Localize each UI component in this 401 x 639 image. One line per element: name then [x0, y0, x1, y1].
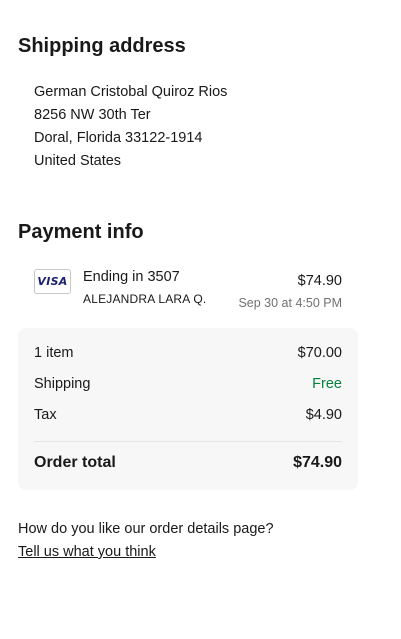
items-value: $70.00: [297, 345, 342, 361]
recipient-name: German Cristobal Quiroz Rios: [34, 84, 228, 100]
shipping-value: Free: [312, 376, 342, 392]
payment-info-title: Payment info: [18, 221, 144, 243]
payment-date: Sep 30 at 4:50 PM: [238, 296, 342, 310]
tax-label: Tax: [34, 407, 57, 423]
order-summary-panel: 1 item $70.00 Shipping Free Tax $4.90 Or…: [18, 328, 358, 490]
items-label: 1 item: [34, 345, 74, 361]
tax-value: $4.90: [305, 407, 342, 423]
summary-row-shipping: Shipping Free: [34, 374, 342, 394]
street-address: 8256 NW 30th Ter: [34, 107, 151, 123]
feedback-link[interactable]: Tell us what you think: [18, 544, 156, 560]
summary-row-items: 1 item $70.00: [34, 343, 342, 363]
card-ending: Ending in 3507: [83, 269, 180, 285]
country: United States: [34, 153, 122, 169]
order-total-value: $74.90: [293, 454, 342, 471]
visa-card-icon: VISA: [34, 269, 71, 294]
summary-row-total: Order total $74.90: [34, 453, 342, 473]
shipping-label: Shipping: [34, 376, 91, 392]
summary-divider: [34, 441, 342, 442]
card-holder-name: ALEJANDRA LARA Q.: [83, 292, 207, 306]
payment-amount: $74.90: [297, 273, 342, 289]
shipping-address-title: Shipping address: [18, 35, 186, 57]
summary-row-tax: Tax $4.90: [34, 405, 342, 425]
shipping-address-block: German Cristobal Quiroz Rios 8256 NW 30t…: [34, 81, 227, 173]
order-total-label: Order total: [34, 454, 116, 471]
payment-method-row: VISA Ending in 3507 ALEJANDRA LARA Q. $7…: [34, 266, 342, 312]
feedback-question: How do you like our order details page?: [18, 521, 274, 537]
card-brand-text: VISA: [37, 275, 68, 288]
city-state-zip: Doral, Florida 33122-1914: [34, 130, 203, 146]
